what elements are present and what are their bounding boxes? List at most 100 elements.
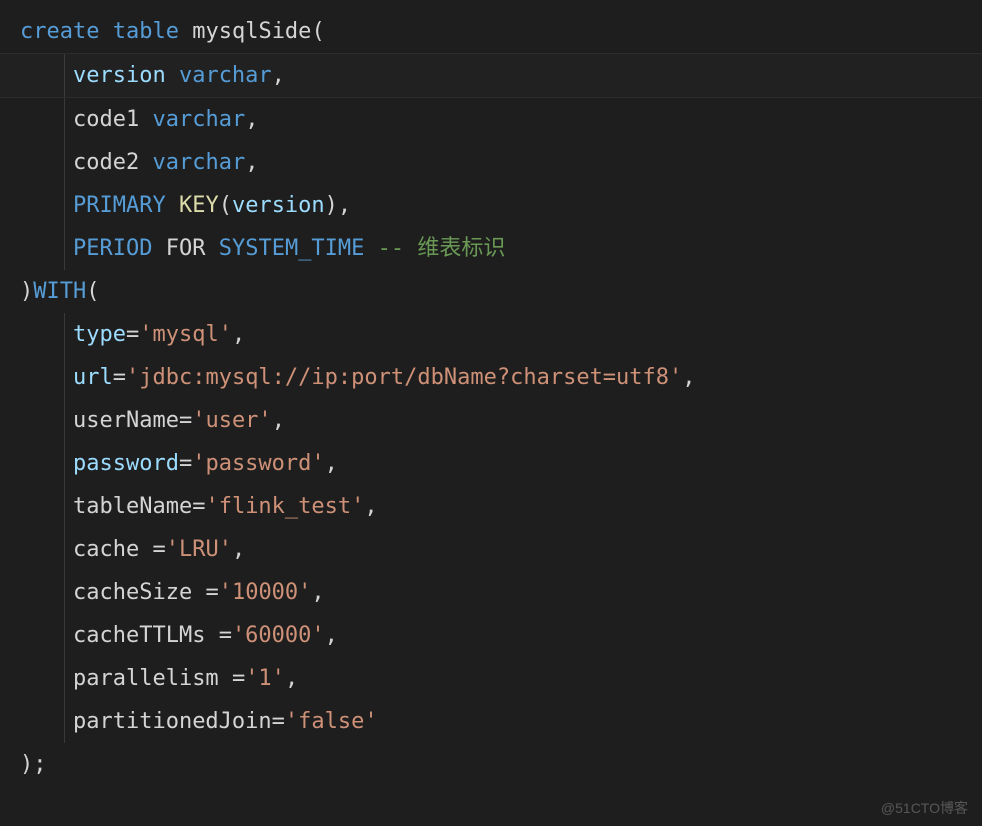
paren-open: (	[311, 19, 324, 44]
equals: =	[219, 623, 232, 648]
comma: ,	[272, 63, 285, 88]
equals: =	[126, 322, 139, 347]
code-line[interactable]: parallelism ='1',	[0, 657, 982, 700]
code-line[interactable]: create table mysqlSide(	[0, 10, 982, 53]
paren-close: )	[325, 193, 338, 218]
prop-cachesize: cacheSize	[73, 580, 192, 605]
string-value: 'password'	[192, 451, 324, 476]
indent-guide	[64, 528, 65, 571]
space	[139, 537, 152, 562]
equals: =	[205, 580, 218, 605]
indent-guide	[64, 227, 65, 270]
keyword-period: PERIOD	[73, 236, 152, 261]
prop-type: type	[73, 322, 126, 347]
indent-guide	[64, 54, 65, 97]
prop-cache: cache	[73, 537, 139, 562]
string-value: 'user'	[192, 408, 271, 433]
comma: ,	[325, 451, 338, 476]
keyword-with: WITH	[33, 279, 86, 304]
equals: =	[113, 365, 126, 390]
prop-tablename: tableName	[73, 494, 192, 519]
comma: ,	[232, 537, 245, 562]
comma: ,	[232, 322, 245, 347]
code-line[interactable]: PERIOD FOR SYSTEM_TIME -- 维表标识	[0, 227, 982, 270]
code-line[interactable]: type='mysql',	[0, 313, 982, 356]
comma: ,	[272, 408, 285, 433]
indent-guide	[64, 141, 65, 184]
paren-close: )	[20, 752, 33, 777]
indent-guide	[64, 442, 65, 485]
code-line[interactable]: cacheSize ='10000',	[0, 571, 982, 614]
keyword-system-time: SYSTEM_TIME	[219, 236, 365, 261]
indent-guide	[64, 313, 65, 356]
keyword-table: table	[113, 19, 179, 44]
equals: =	[152, 537, 165, 562]
keyword-for: FOR	[166, 236, 206, 261]
paren-open: (	[219, 193, 232, 218]
indent-guide	[64, 700, 65, 743]
type-varchar: varchar	[152, 150, 245, 175]
comma: ,	[245, 150, 258, 175]
code-line[interactable]: version varchar,	[0, 53, 982, 98]
indent-guide	[64, 485, 65, 528]
column-code1: code1	[73, 107, 139, 132]
comma: ,	[245, 107, 258, 132]
prop-partitionedjoin: partitionedJoin	[73, 709, 272, 734]
paren-open: (	[86, 279, 99, 304]
indent-guide	[64, 399, 65, 442]
string-value: 'jdbc:mysql://ip:port/dbName?charset=utf…	[126, 365, 682, 390]
indent-guide	[64, 657, 65, 700]
indent-guide	[64, 571, 65, 614]
equals: =	[179, 408, 192, 433]
code-line[interactable]: password='password',	[0, 442, 982, 485]
string-value: '10000'	[219, 580, 312, 605]
code-line[interactable]: PRIMARY KEY(version),	[0, 184, 982, 227]
string-value: 'flink_test'	[205, 494, 364, 519]
comma: ,	[285, 666, 298, 691]
string-value: '1'	[245, 666, 285, 691]
comma: ,	[682, 365, 695, 390]
watermark: @51CTO博客	[881, 798, 968, 818]
keyword-create: create	[20, 19, 99, 44]
prop-cachettlms: cacheTTLMs	[73, 623, 205, 648]
pk-column: version	[232, 193, 325, 218]
code-editor[interactable]: create table mysqlSide( version varchar,…	[0, 0, 982, 786]
keyword-primary: PRIMARY	[73, 193, 166, 218]
table-name: mysqlSide	[192, 19, 311, 44]
space	[192, 580, 205, 605]
code-line[interactable]: userName='user',	[0, 399, 982, 442]
string-value: '60000'	[232, 623, 325, 648]
comma: ,	[338, 193, 351, 218]
equals: =	[179, 451, 192, 476]
code-line[interactable]: code1 varchar,	[0, 98, 982, 141]
indent-guide	[64, 356, 65, 399]
code-line[interactable]: partitionedJoin='false'	[0, 700, 982, 743]
string-value: 'LRU'	[166, 537, 232, 562]
code-line[interactable]: );	[0, 743, 982, 786]
type-varchar: varchar	[152, 107, 245, 132]
string-value: 'mysql'	[139, 322, 232, 347]
comma: ,	[364, 494, 377, 519]
keyword-key: KEY	[179, 193, 219, 218]
code-line[interactable]: url='jdbc:mysql://ip:port/dbName?charset…	[0, 356, 982, 399]
column-code2: code2	[73, 150, 139, 175]
equals: =	[192, 494, 205, 519]
paren-close: )	[20, 279, 33, 304]
indent-guide	[64, 184, 65, 227]
code-line[interactable]: cache ='LRU',	[0, 528, 982, 571]
space	[219, 666, 232, 691]
code-line[interactable]: tableName='flink_test',	[0, 485, 982, 528]
prop-password: password	[73, 451, 179, 476]
code-line[interactable]: cacheTTLMs ='60000',	[0, 614, 982, 657]
indent-guide	[64, 98, 65, 141]
prop-url: url	[73, 365, 113, 390]
column-version: version	[73, 63, 166, 88]
prop-parallelism: parallelism	[73, 666, 219, 691]
type-varchar: varchar	[179, 63, 272, 88]
equals: =	[232, 666, 245, 691]
space	[205, 623, 218, 648]
prop-username: userName	[73, 408, 179, 433]
semicolon: ;	[33, 752, 46, 777]
code-line[interactable]: )WITH(	[0, 270, 982, 313]
code-line[interactable]: code2 varchar,	[0, 141, 982, 184]
